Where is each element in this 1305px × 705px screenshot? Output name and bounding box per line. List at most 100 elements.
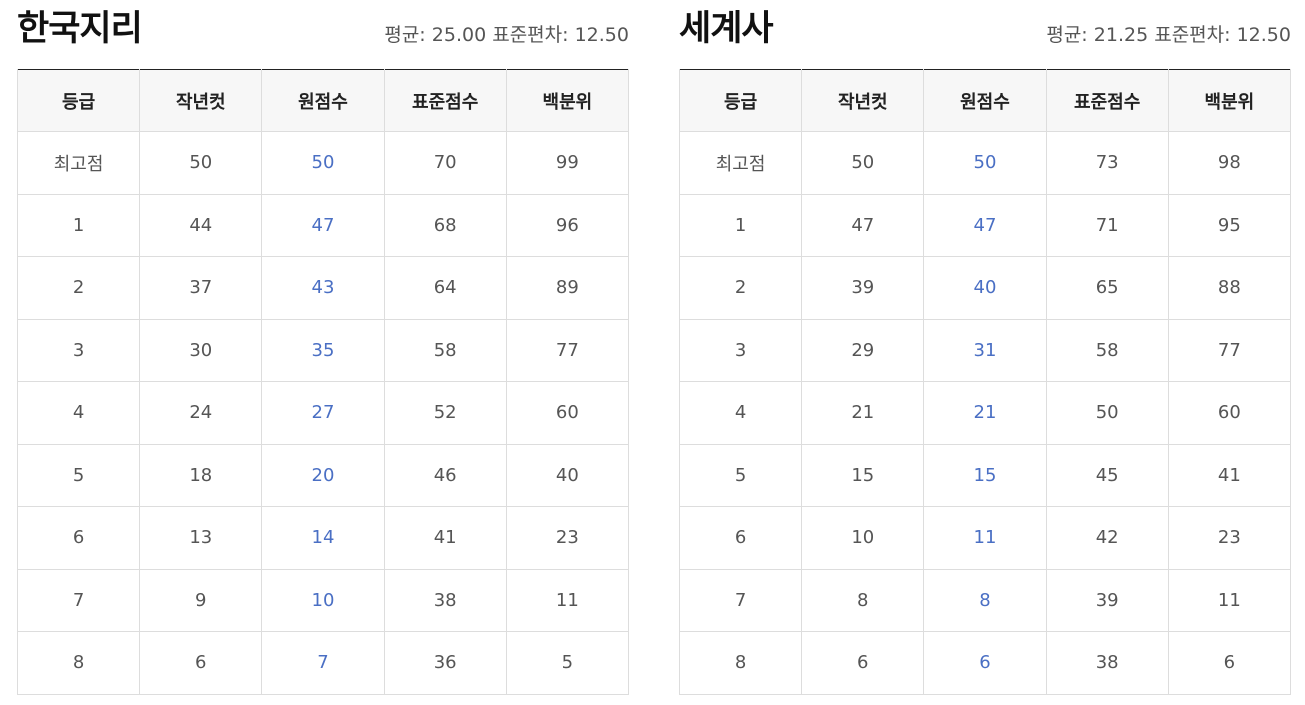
standard-score-cell: 71: [1045, 193, 1169, 257]
raw-score-cell: 35: [261, 318, 385, 382]
grade-cell: 6: [16, 506, 141, 570]
panel-title: 한국지리: [17, 9, 143, 49]
last-year-cut-cell: 50: [139, 131, 263, 195]
percentile-cell: 60: [1167, 381, 1292, 445]
raw-score-cell: 14: [261, 506, 385, 570]
mean-label: 평균:: [384, 24, 426, 46]
last-year-cut-cell: 29: [801, 318, 925, 382]
percentile-cell: 41: [1167, 443, 1292, 507]
header-grade: 등급: [678, 69, 803, 132]
standard-score-cell: 52: [383, 381, 507, 445]
percentile-cell: 5: [505, 631, 630, 695]
last-year-cut-cell: 6: [139, 631, 263, 695]
standard-score-cell: 68: [383, 193, 507, 257]
standard-score-cell: 38: [1045, 631, 1169, 695]
last-year-cut-cell: 50: [801, 131, 925, 195]
last-year-cut-cell: 6: [801, 631, 925, 695]
grade-cell: 1: [678, 193, 803, 257]
sd-label: 표준편차:: [1154, 24, 1231, 46]
table-row: 최고점 50 50 70 99: [16, 131, 630, 195]
panel-stats: 평균: 21.25 표준편차: 12.50: [1046, 22, 1291, 48]
raw-score-cell: 40: [923, 256, 1047, 320]
standard-score-cell: 70: [383, 131, 507, 195]
table-row: 최고점 50 50 73 98: [678, 131, 1292, 195]
grade-cell: 8: [16, 631, 141, 695]
table-row: 1 44 47 68 96: [16, 193, 630, 257]
percentile-cell: 89: [505, 256, 630, 320]
percentile-cell: 11: [505, 568, 630, 632]
last-year-cut-cell: 18: [139, 443, 263, 507]
panel-stats: 평균: 25.00 표준편차: 12.50: [384, 22, 629, 48]
percentile-cell: 77: [505, 318, 630, 382]
sd-label: 표준편차:: [492, 24, 569, 46]
raw-score-cell: 27: [261, 381, 385, 445]
grade-cell: 7: [678, 568, 803, 632]
mean-value: 25.00: [431, 24, 487, 46]
percentile-cell: 96: [505, 193, 630, 257]
grade-cell: 2: [16, 256, 141, 320]
last-year-cut-cell: 24: [139, 381, 263, 445]
table-row: 7 8 8 39 11: [678, 568, 1292, 632]
standard-score-cell: 45: [1045, 443, 1169, 507]
table-row: 6 10 11 42 23: [678, 506, 1292, 570]
standard-score-cell: 42: [1045, 506, 1169, 570]
raw-score-cell: 7: [261, 631, 385, 695]
raw-score-cell: 20: [261, 443, 385, 507]
last-year-cut-cell: 47: [801, 193, 925, 257]
grade-cell: 8: [678, 631, 803, 695]
grade-table: 등급 작년컷 원점수 표준점수 백분위 최고점 50 50 70 99 1 44 47 68 96 2 37 4…: [16, 69, 630, 695]
table-row: 5 18 20 46 40: [16, 443, 630, 507]
last-year-cut-cell: 39: [801, 256, 925, 320]
raw-score-cell: 47: [923, 193, 1047, 257]
last-year-cut-cell: 9: [139, 568, 263, 632]
standard-score-cell: 36: [383, 631, 507, 695]
table-row: 8 6 7 36 5: [16, 631, 630, 695]
standard-score-cell: 58: [383, 318, 507, 382]
grade-cell: 2: [678, 256, 803, 320]
sd-value: 12.50: [574, 24, 629, 46]
last-year-cut-cell: 13: [139, 506, 263, 570]
table-row: 2 39 40 65 88: [678, 256, 1292, 320]
grade-cell: 6: [678, 506, 803, 570]
table-row: 5 15 15 45 41: [678, 443, 1292, 507]
table-row: 6 13 14 41 23: [16, 506, 630, 570]
table-row: 2 37 43 64 89: [16, 256, 630, 320]
percentile-cell: 40: [505, 443, 630, 507]
header-last-year-cut: 작년컷: [801, 69, 925, 132]
mean-label: 평균:: [1046, 24, 1088, 46]
panel-header: 세계사 평균: 21.25 표준편차: 12.50: [679, 0, 1291, 69]
last-year-cut-cell: 8: [801, 568, 925, 632]
last-year-cut-cell: 44: [139, 193, 263, 257]
percentile-cell: 11: [1167, 568, 1292, 632]
grade-cell: 3: [678, 318, 803, 382]
table-row: 7 9 10 38 11: [16, 568, 630, 632]
header-standard-score: 표준점수: [383, 69, 507, 132]
table-header-row: 등급 작년컷 원점수 표준점수 백분위: [16, 69, 630, 132]
percentile-cell: 98: [1167, 131, 1292, 195]
table-row: 8 6 6 38 6: [678, 631, 1292, 695]
grade-cell: 5: [16, 443, 141, 507]
table-row: 4 24 27 52 60: [16, 381, 630, 445]
raw-score-cell: 6: [923, 631, 1047, 695]
standard-score-cell: 38: [383, 568, 507, 632]
percentile-cell: 95: [1167, 193, 1292, 257]
standard-score-cell: 65: [1045, 256, 1169, 320]
header-standard-score: 표준점수: [1045, 69, 1169, 132]
header-percentile: 백분위: [505, 69, 630, 132]
percentile-cell: 99: [505, 131, 630, 195]
percentile-cell: 77: [1167, 318, 1292, 382]
grade-cell: 1: [16, 193, 141, 257]
standard-score-cell: 58: [1045, 318, 1169, 382]
raw-score-cell: 50: [923, 131, 1047, 195]
raw-score-cell: 47: [261, 193, 385, 257]
header-last-year-cut: 작년컷: [139, 69, 263, 132]
percentile-cell: 60: [505, 381, 630, 445]
mean-value: 21.25: [1093, 24, 1149, 46]
percentile-cell: 6: [1167, 631, 1292, 695]
raw-score-cell: 50: [261, 131, 385, 195]
percentile-cell: 23: [505, 506, 630, 570]
raw-score-cell: 21: [923, 381, 1047, 445]
grade-cell: 4: [678, 381, 803, 445]
raw-score-cell: 8: [923, 568, 1047, 632]
table-row: 3 29 31 58 77: [678, 318, 1292, 382]
